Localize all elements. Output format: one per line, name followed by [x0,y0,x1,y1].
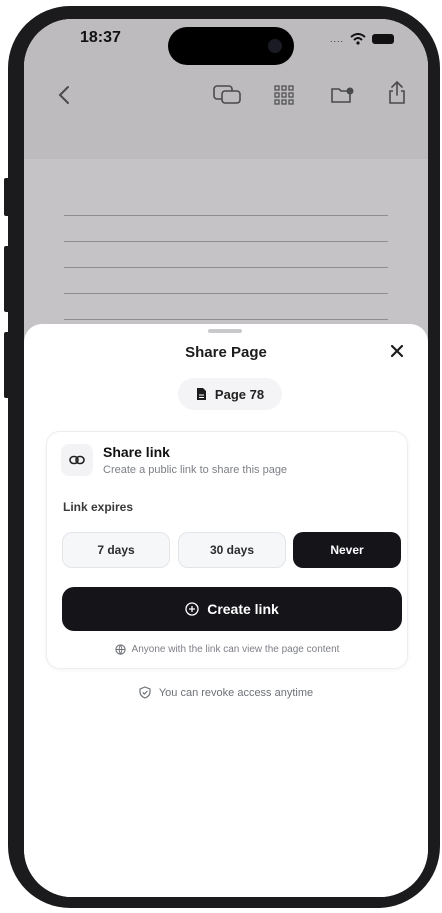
note-line [64,215,388,216]
volume-up-button [4,246,10,312]
create-link-button[interactable]: Create link [62,587,402,631]
volume-down-button [4,332,10,398]
note-line [64,293,388,294]
visibility-note-text: Anyone with the link can view the page c… [131,644,340,655]
camera-lens [268,39,282,53]
share-link-title: Share link [103,444,170,460]
expires-option-7-days[interactable]: 7 days [62,532,170,568]
close-icon [390,344,404,358]
sheet-title: Share Page [185,344,267,361]
dynamic-island [168,27,294,65]
note-line [64,241,388,242]
link-icon [69,455,85,465]
share-icon[interactable] [388,81,406,105]
page-chip-label: Page 78 [214,386,265,402]
wifi-icon [350,33,366,45]
expires-option-never[interactable]: Never [293,532,401,568]
link-expires-label: Link expires [63,500,134,514]
note-line [64,267,388,268]
sheet-grabber[interactable] [208,329,242,333]
back-icon[interactable] [58,85,70,105]
folder-icon[interactable] [330,85,356,105]
create-link-label: Create link [207,601,279,617]
signal-icon: .... [329,34,344,44]
share-sheet: Share Page Page 78 Share link Create a p… [24,324,428,897]
expires-option-30-days[interactable]: 30 days [178,532,286,568]
shield-check-icon [139,686,151,699]
link-icon-box [61,444,93,476]
grid-icon[interactable] [274,85,294,105]
comments-icon[interactable] [212,83,242,107]
action-button [4,178,10,216]
visibility-note: Anyone with the link can view the page c… [47,644,407,655]
status-icons: .... [330,33,394,45]
screen: 18:37 .... Share Page Page 78 Share link… [24,19,428,897]
globe-icon [114,644,126,655]
close-button[interactable] [386,340,408,362]
status-time: 18:37 [80,29,121,46]
plus-circle-icon [185,602,199,616]
revoke-note-text: You can revoke access anytime [158,686,314,699]
revoke-note: You can revoke access anytime [24,686,428,699]
share-link-card: Share link Create a public link to share… [46,431,408,669]
battery-icon [372,34,394,44]
note-line [64,319,388,320]
page-chip: Page 78 [178,378,282,410]
share-link-subtitle: Create a public link to share this page [103,464,288,476]
document-icon [196,388,206,400]
